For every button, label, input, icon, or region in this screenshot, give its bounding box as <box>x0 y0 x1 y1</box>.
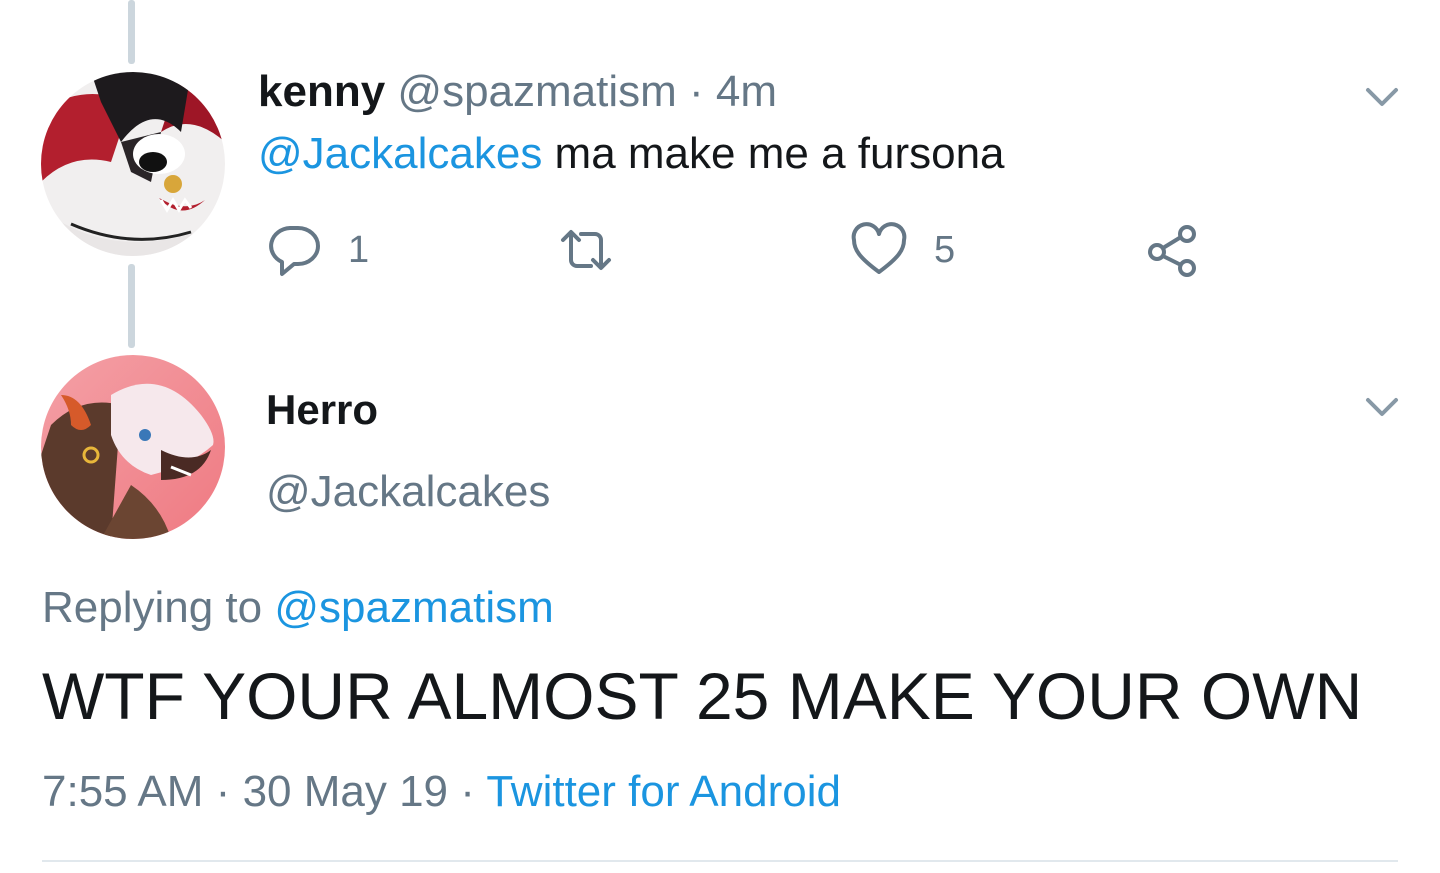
reply-tweet-body: ma make me a fursona <box>542 129 1005 178</box>
like-action[interactable]: 5 <box>850 220 955 280</box>
meta-separator: · <box>460 767 475 816</box>
chevron-down-icon[interactable] <box>1362 392 1402 422</box>
main-tweet-text: WTF YOUR ALMOST 25 MAKE YOUR OWN <box>42 659 1363 733</box>
heart-icon <box>851 222 907 274</box>
avatar-kenny[interactable] <box>41 72 225 256</box>
chevron-down-icon[interactable] <box>1362 82 1402 112</box>
avatar-herro[interactable] <box>41 355 225 539</box>
retweet-action[interactable] <box>555 220 617 280</box>
replying-to-mention[interactable]: @spazmatism <box>274 583 553 632</box>
replying-prefix: Replying to <box>42 583 275 632</box>
reply-count: 1 <box>348 228 370 271</box>
thread-line-middle <box>128 264 135 348</box>
tweet-meta: 7:55 AM · 30 May 19 · Twitter for Androi… <box>42 764 841 820</box>
main-author-name[interactable]: Herro <box>266 384 378 436</box>
tweet-date: 30 May 19 <box>242 767 449 816</box>
like-count: 5 <box>934 228 956 271</box>
main-author-handle[interactable]: @Jackalcakes <box>266 464 550 520</box>
reply-author-name[interactable]: kenny <box>258 67 385 116</box>
reply-author-handle[interactable]: @spazmatism <box>397 67 676 116</box>
tweet-source-link[interactable]: Twitter for Android <box>486 767 841 816</box>
comment-icon <box>269 226 320 276</box>
meta-separator: · <box>215 767 231 816</box>
share-icon <box>1148 225 1196 277</box>
divider <box>42 860 1398 862</box>
reply-tweet-text: @Jackalcakes ma make me a fursona <box>258 126 1005 182</box>
reply-tweet-header: kenny @spazmatism · 4m <box>258 64 777 120</box>
thread-line-top <box>128 0 135 64</box>
share-action[interactable] <box>1145 220 1201 280</box>
reply-timestamp[interactable]: 4m <box>716 67 777 116</box>
tweet-time: 7:55 AM <box>42 767 204 816</box>
retweet-icon <box>561 230 611 270</box>
mention-link[interactable]: @Jackalcakes <box>258 129 542 178</box>
header-separator: · <box>689 67 704 116</box>
reply-action[interactable]: 1 <box>266 220 369 280</box>
replying-to: Replying to @spazmatism <box>42 580 554 636</box>
